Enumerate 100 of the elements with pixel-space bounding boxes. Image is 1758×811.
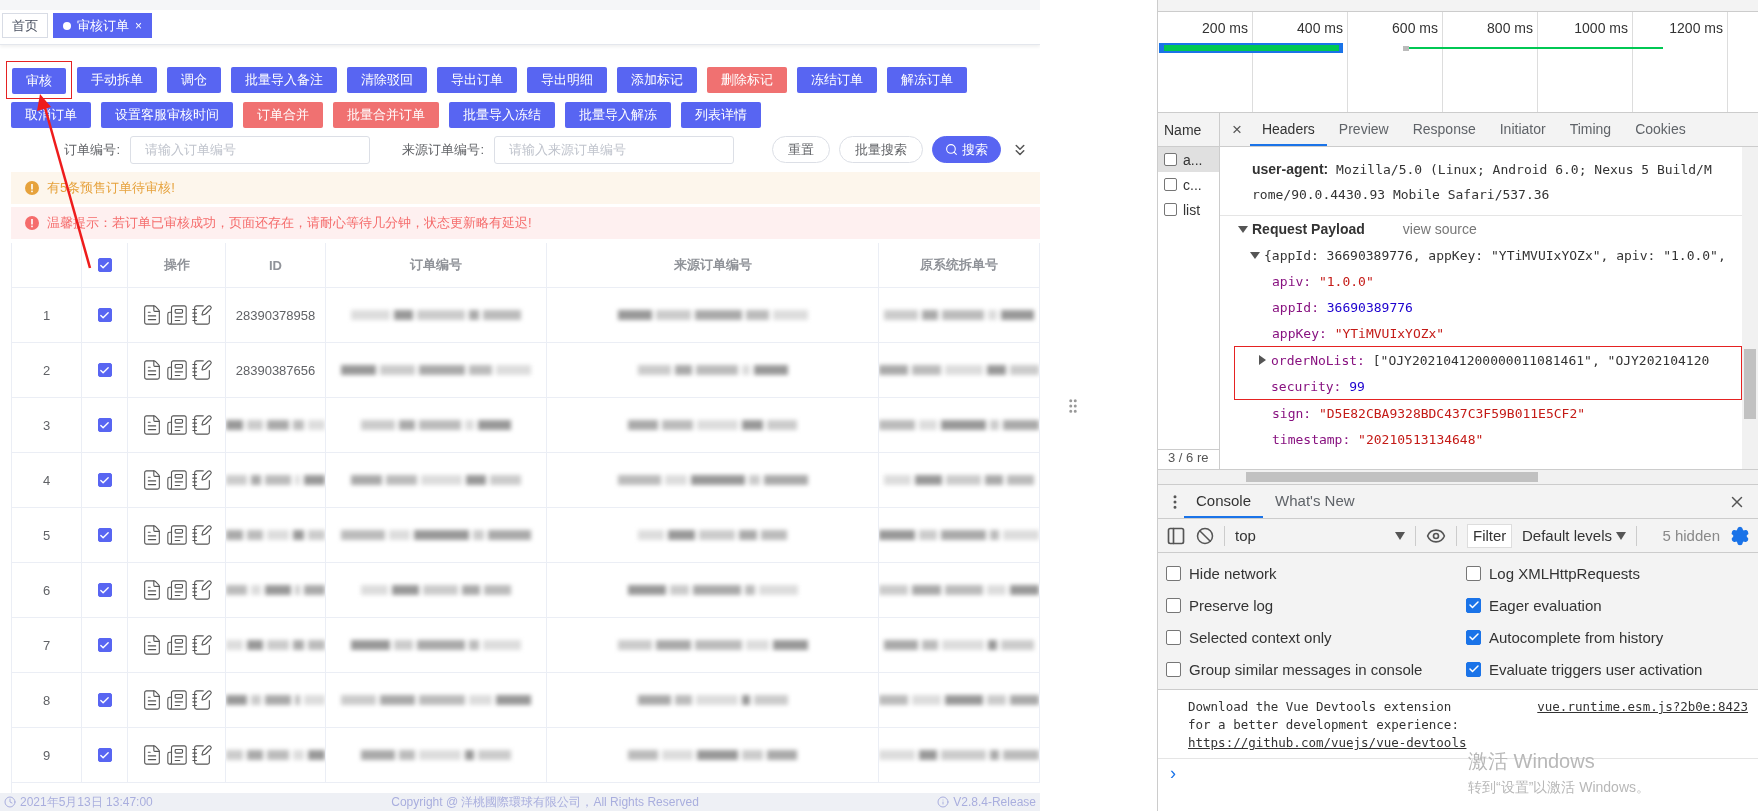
alert-icon [25,181,39,195]
request-row[interactable]: a... [1158,147,1219,172]
settings-icon[interactable] [1730,525,1750,546]
checkbox[interactable] [1166,565,1181,581]
toolbar-button[interactable]: 批量合并订单 [333,102,439,128]
checkbox[interactable] [1466,597,1481,613]
checkbox[interactable] [97,473,112,487]
notepad-pen-icon[interactable] [190,744,213,766]
activation-title: 激活 Windows [1468,749,1596,774]
notepad-pen-icon[interactable] [190,414,213,436]
checkbox[interactable] [97,418,112,432]
row-number: 4 [42,472,51,488]
payload-property: security: 99 [1271,378,1365,394]
toolbar-button[interactable]: 批量导入备注 [231,67,337,93]
panel-tab[interactable]: Preview [1326,113,1401,146]
page-tab[interactable]: 审核订单 × [53,13,152,38]
checkbox[interactable] [97,258,112,272]
checkbox[interactable] [97,693,112,707]
checkbox[interactable] [1466,565,1481,581]
setting-label: Evaluate triggers user activation [1489,660,1703,678]
search-field[interactable]: 请输入来源订单编号 [494,135,734,164]
levels-dropdown[interactable]: Default levels [1522,527,1627,544]
notepad-pen-icon[interactable] [190,469,213,491]
checkbox[interactable] [97,308,112,322]
payload-summary: {appId: 36690389776, appKey: "YTiMVUIxYOZx", apiv: "1.0.0", [1264,247,1726,263]
table-cell: 28390387656 [235,362,316,378]
column-header: ID [269,257,282,273]
panel-tab[interactable]: Initiator [1487,113,1558,146]
column-header: 操作 [163,256,190,274]
close-icon[interactable]: × [1230,113,1250,146]
time-tick: 400 ms [1297,20,1343,38]
newspaper-icon[interactable] [165,359,188,381]
context-select[interactable]: top [1235,527,1405,544]
filter-field[interactable]: Filter [1467,523,1512,548]
row-number: 6 [42,582,51,598]
toolbar-button[interactable]: 手动拆单 [77,67,157,93]
expanded-icon[interactable] [1238,224,1248,234]
notepad-pen-icon[interactable] [190,304,213,326]
column-header: 来源订单编号 [673,256,752,274]
checkbox[interactable] [1466,629,1481,645]
newspaper-icon[interactable] [165,634,188,656]
newspaper-icon[interactable] [165,524,188,546]
search-field[interactable]: 请输入订单编号 [130,135,370,164]
toolbar-button[interactable]: 审核 [12,68,66,94]
toolbar-button[interactable]: 批量导入解冻 [565,102,671,128]
newspaper-icon[interactable] [165,579,188,601]
checkbox[interactable] [1166,661,1181,677]
payload-property: apiv: "1.0.0" [1272,273,1374,289]
checkbox[interactable] [97,748,112,762]
newspaper-icon[interactable] [165,689,188,711]
checkbox[interactable] [97,583,112,597]
panel-tab[interactable]: Headers [1249,113,1327,146]
toolbar-button[interactable]: 设置客服审核时间 [101,102,233,128]
filter-button[interactable]: 批量搜索 [839,136,923,163]
toolbar-button[interactable]: 列表详情 [681,102,761,128]
toolbar-button[interactable]: 订单合并 [243,102,323,128]
source-link[interactable]: vue.runtime.esm.js?2b0e:8423 [1537,698,1748,752]
view-source-link[interactable]: view source [1402,221,1477,237]
filter-button[interactable]: 重置 [772,136,830,163]
newspaper-icon[interactable] [165,744,188,766]
panel-tab[interactable]: What's New [1263,485,1367,518]
collapsed-icon[interactable] [1257,355,1267,365]
checkbox[interactable] [97,528,112,542]
expanded-icon[interactable] [1250,250,1260,260]
notepad-pen-icon[interactable] [190,634,213,656]
newspaper-icon[interactable] [165,469,188,491]
search-button[interactable]: 搜索 [932,136,1001,163]
panel-tab[interactable]: Cookies [1623,113,1698,146]
checkbox[interactable] [1166,629,1181,645]
notepad-pen-icon[interactable] [190,359,213,381]
toolbar-button[interactable]: 调仓 [167,67,221,93]
notepad-pen-icon[interactable] [190,579,213,601]
console-message: for a better development experience: [1188,716,1460,734]
toolbar-button[interactable]: 清除驳回 [347,67,427,93]
toolbar-button[interactable]: 导出明细 [527,67,607,93]
clock-icon [4,796,16,808]
toolbar-button[interactable]: 删除标记 [707,67,787,93]
toolbar-button[interactable]: 冻结订单 [797,67,877,93]
toolbar-button[interactable]: 添加标记 [617,67,697,93]
notepad-pen-icon[interactable] [190,524,213,546]
checkbox[interactable] [97,638,112,652]
page-tab[interactable]: 首页 [2,13,48,38]
newspaper-icon[interactable] [165,304,188,326]
notepad-pen-icon[interactable] [190,689,213,711]
checkbox[interactable] [1466,661,1481,677]
section-title: Request Payload [1252,221,1365,237]
header-value: rome/90.0.4430.93 Mobile Safari/537.36 [1252,186,1551,204]
info-icon [937,796,950,808]
checkbox[interactable] [97,363,112,377]
toolbar-button[interactable]: 导出订单 [437,67,517,93]
panel-tab[interactable]: Response [1400,113,1488,146]
newspaper-icon[interactable] [165,414,188,436]
toolbar-button[interactable]: 解冻订单 [887,67,967,93]
panel-tab[interactable]: Timing [1557,113,1624,146]
sidebar-icon[interactable] [1166,525,1186,546]
clear-icon[interactable] [1196,526,1214,545]
toolbar-button[interactable]: 批量导入冻结 [449,102,555,128]
close-icon[interactable]: × [135,18,142,33]
url-link[interactable]: https://github.com/vuejs/vue-devtools [1188,734,1467,752]
checkbox[interactable] [1166,597,1181,613]
